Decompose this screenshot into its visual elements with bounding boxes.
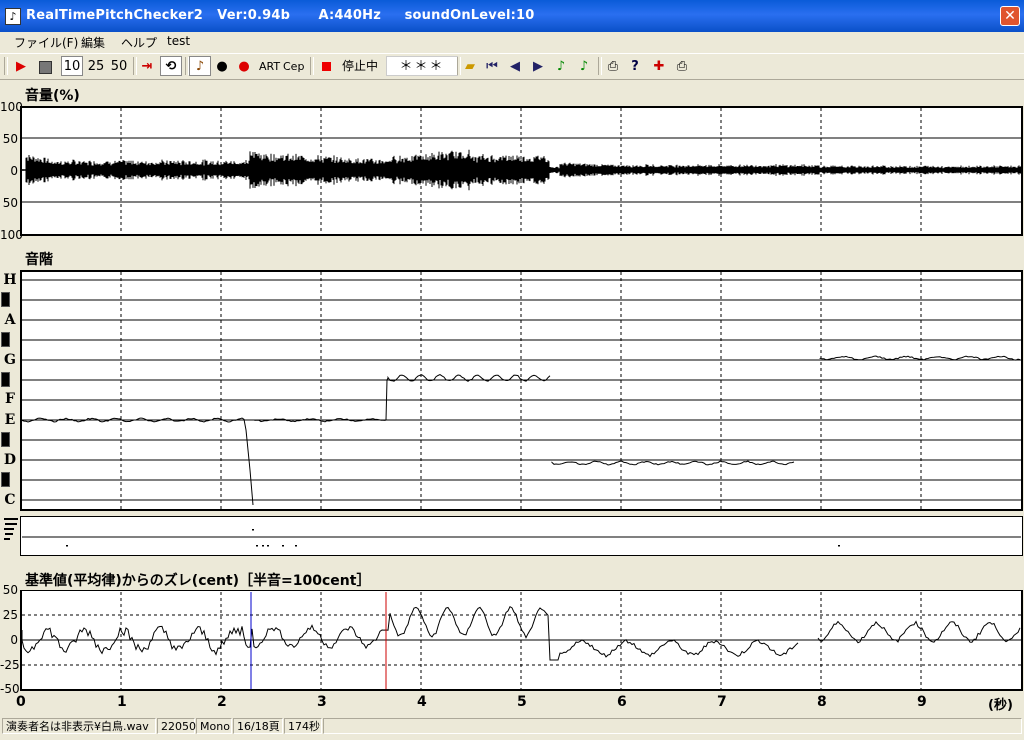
status-empty [323, 718, 1022, 734]
strip-marker [5, 523, 17, 525]
strip-marker [5, 533, 13, 535]
status-file: 演奏者名は非表示¥白鳥.wav [2, 718, 156, 734]
strip-dot [262, 545, 264, 547]
strip-marker [4, 528, 14, 530]
volume-waveform [21, 149, 1022, 191]
strip-dot [66, 545, 68, 547]
plot-graphics [4, 108, 1022, 689]
strip-dot [252, 529, 254, 531]
strip-dot [838, 545, 840, 547]
strip-marker [4, 518, 18, 520]
strip-dot [295, 545, 297, 547]
strip-dot [267, 545, 269, 547]
status-channels: Mono [196, 718, 232, 734]
status-page: 16/18頁 [233, 718, 283, 734]
strip-dot [282, 545, 284, 547]
strip-marker [4, 538, 10, 540]
status-bar: 演奏者名は非表示¥白鳥.wav 22050 Mono 16/18頁 174秒 [0, 716, 1024, 736]
strip-dot [256, 545, 258, 547]
status-duration: 174秒 [284, 718, 322, 734]
status-rate: 22050 [157, 718, 196, 734]
